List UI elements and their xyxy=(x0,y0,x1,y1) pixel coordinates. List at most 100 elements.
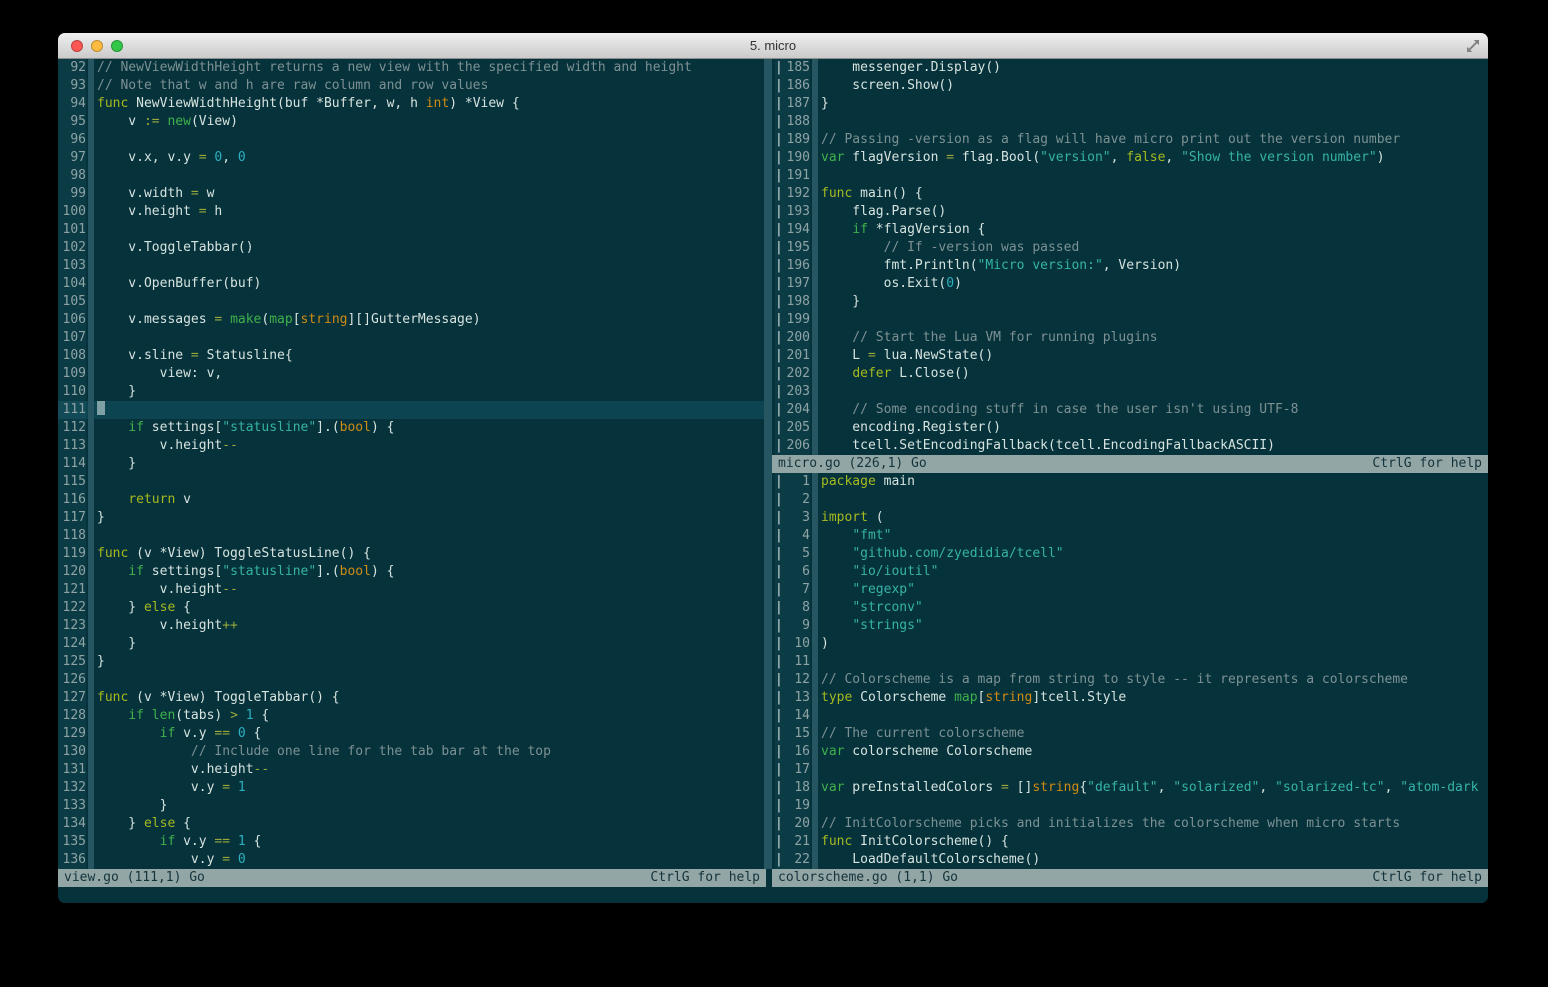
code-line[interactable]: 136 v.y = 0 xyxy=(58,851,772,869)
code-line[interactable]: 116 return v xyxy=(58,491,772,509)
code-line[interactable]: 106 v.messages = make(map[string][]Gutte… xyxy=(58,311,772,329)
code-line[interactable]: | 188 xyxy=(772,113,1488,131)
code-line[interactable]: 94 func NewViewWidthHeight(buf *Buffer, w… xyxy=(58,95,772,113)
code-line[interactable]: | 197 os.Exit(0) xyxy=(772,275,1488,293)
code-line[interactable]: | 19 xyxy=(772,797,1488,815)
code-line[interactable]: 118 xyxy=(58,527,772,545)
code-line[interactable]: 103 xyxy=(58,257,772,275)
code-line[interactable]: 110 } xyxy=(58,383,772,401)
code-line[interactable]: | 21 func InitColorscheme() { xyxy=(772,833,1488,851)
code-line[interactable]: | 14 xyxy=(772,707,1488,725)
code-line[interactable]: 134 } else { xyxy=(58,815,772,833)
code-line[interactable]: | 203 xyxy=(772,383,1488,401)
code-line[interactable]: 132 v.y = 1 xyxy=(58,779,772,797)
code-line[interactable]: 120 if settings["statusline"].(bool) { xyxy=(58,563,772,581)
code-line[interactable]: | 6 "io/ioutil" xyxy=(772,563,1488,581)
code-line[interactable]: 123 v.height++ xyxy=(58,617,772,635)
code-line[interactable]: 99 v.width = w xyxy=(58,185,772,203)
code-line[interactable]: 109 view: v, xyxy=(58,365,772,383)
code-line[interactable]: | 11 xyxy=(772,653,1488,671)
code-line[interactable]: 108 v.sline = Statusline{ xyxy=(58,347,772,365)
code-line[interactable]: 115 xyxy=(58,473,772,491)
code-line[interactable]: | 4 "fmt" xyxy=(772,527,1488,545)
code-line[interactable]: | 196 fmt.Println("Micro version:", Versi… xyxy=(772,257,1488,275)
code-line[interactable]: 95 v := new(View) xyxy=(58,113,772,131)
code-line[interactable]: | 195 // If -version was passed xyxy=(772,239,1488,257)
code-line[interactable]: 112 if settings["statusline"].(bool) { xyxy=(58,419,772,437)
code-line[interactable]: | 10) xyxy=(772,635,1488,653)
code-line[interactable]: | 5 "github.com/zyedidia/tcell" xyxy=(772,545,1488,563)
code-line[interactable]: | 12 // Colorscheme is a map from string t… xyxy=(772,671,1488,689)
code-line[interactable]: | 2 xyxy=(772,491,1488,509)
titlebar[interactable]: 5. micro xyxy=(58,33,1488,59)
code-line[interactable]: 124 } xyxy=(58,635,772,653)
code-line[interactable]: | 204 // Some encoding stuff in case the … xyxy=(772,401,1488,419)
code-line[interactable]: | 186 screen.Show() xyxy=(772,77,1488,95)
code-line[interactable]: | 9 "strings" xyxy=(772,617,1488,635)
code-line[interactable]: 114 } xyxy=(58,455,772,473)
close-button[interactable] xyxy=(71,40,83,52)
code-line[interactable]: | 192 func main() { xyxy=(772,185,1488,203)
code-line[interactable]: 133 } xyxy=(58,797,772,815)
code-line[interactable]: | 185 messenger.Display() xyxy=(772,59,1488,77)
code-line[interactable]: | 189 // Passing -version as a flag will h… xyxy=(772,131,1488,149)
code-line[interactable]: | 193 flag.Parse() xyxy=(772,203,1488,221)
code-line[interactable]: 125} xyxy=(58,653,772,671)
code-line[interactable]: | 205 encoding.Register() xyxy=(772,419,1488,437)
code-line[interactable]: 117} xyxy=(58,509,772,527)
code-line[interactable]: 111 xyxy=(58,401,772,419)
code-line[interactable]: | 202 defer L.Close() xyxy=(772,365,1488,383)
code-line[interactable]: 119 func (v *View) ToggleStatusLine() { xyxy=(58,545,772,563)
code-line[interactable]: | 8 "strconv" xyxy=(772,599,1488,617)
gutter-divider xyxy=(812,311,818,329)
code-line[interactable]: | 206 tcell.SetEncodingFallback(tcell.Enc… xyxy=(772,437,1488,455)
code-line[interactable]: | 7 "regexp" xyxy=(772,581,1488,599)
code-area-colorscheme-go[interactable]: | 1 package main | 2 | 3 import (| 4 "fmt" | 5 "gi… xyxy=(772,473,1488,869)
code-line[interactable]: 97 v.x, v.y = 0, 0 xyxy=(58,149,772,167)
resize-arrows-icon[interactable] xyxy=(1465,38,1481,54)
code-line[interactable]: | 22 LoadDefaultColorscheme() xyxy=(772,851,1488,869)
code-line[interactable]: 113 v.height-- xyxy=(58,437,772,455)
code-line[interactable]: 135 if v.y == 1 { xyxy=(58,833,772,851)
code-line[interactable]: | 198 } xyxy=(772,293,1488,311)
code-line[interactable]: 130 // Include one line for the tab bar … xyxy=(58,743,772,761)
code-line[interactable]: 102 v.ToggleTabbar() xyxy=(58,239,772,257)
code-line[interactable]: 92 // NewViewWidthHeight returns a new vi… xyxy=(58,59,772,77)
code-line[interactable]: | 16 var colorscheme Colorscheme xyxy=(772,743,1488,761)
code-line[interactable]: 127 func (v *View) ToggleTabbar() { xyxy=(58,689,772,707)
code-line[interactable]: | 191 xyxy=(772,167,1488,185)
code-line[interactable]: 98 xyxy=(58,167,772,185)
code-line[interactable]: 100 v.height = h xyxy=(58,203,772,221)
code-line[interactable]: 122 } else { xyxy=(58,599,772,617)
code-line[interactable]: 129 if v.y == 0 { xyxy=(58,725,772,743)
code-line[interactable]: 131 v.height-- xyxy=(58,761,772,779)
code-line[interactable]: 126 xyxy=(58,671,772,689)
gutter-divider xyxy=(88,329,94,347)
code-line[interactable]: | 3 import ( xyxy=(772,509,1488,527)
code-line[interactable]: 105 xyxy=(58,293,772,311)
code-line[interactable]: | 194 if *flagVersion { xyxy=(772,221,1488,239)
code-line[interactable]: | 20 // InitColorscheme picks and initiali… xyxy=(772,815,1488,833)
code-line[interactable]: 104 v.OpenBuffer(buf) xyxy=(58,275,772,293)
minimize-button[interactable] xyxy=(91,40,103,52)
code-line[interactable]: | 187} xyxy=(772,95,1488,113)
code-line[interactable]: | 18 var preInstalledColors = []string{"de… xyxy=(772,779,1488,797)
code-area-view-go[interactable]: 92 // NewViewWidthHeight returns a new vi… xyxy=(58,59,772,869)
code-line[interactable]: 121 v.height-- xyxy=(58,581,772,599)
code-line[interactable]: | 15 // The current colorscheme xyxy=(772,725,1488,743)
code-line[interactable]: | 200 // Start the Lua VM for running plu… xyxy=(772,329,1488,347)
code-line[interactable]: | 199 xyxy=(772,311,1488,329)
code-line[interactable]: | 1 package main xyxy=(772,473,1488,491)
code-line[interactable]: | 190 var flagVersion = flag.Bool("version… xyxy=(772,149,1488,167)
code-line[interactable]: 96 xyxy=(58,131,772,149)
code-line[interactable]: | 17 xyxy=(772,761,1488,779)
code-line[interactable]: | 13 type Colorscheme map[string]tcell.Sty… xyxy=(772,689,1488,707)
code-line[interactable]: 93 // Note that w and h are raw column an… xyxy=(58,77,772,95)
code-line[interactable]: 101 xyxy=(58,221,772,239)
code-line[interactable]: 107 xyxy=(58,329,772,347)
code-area-micro-go[interactable]: | 185 messenger.Display() | 186 screen.Show… xyxy=(772,59,1488,455)
code-line[interactable]: 128 if len(tabs) > 1 { xyxy=(58,707,772,725)
code-line[interactable]: | 201 L = lua.NewState() xyxy=(772,347,1488,365)
zoom-button[interactable] xyxy=(111,40,123,52)
command-line[interactable] xyxy=(58,887,1488,903)
